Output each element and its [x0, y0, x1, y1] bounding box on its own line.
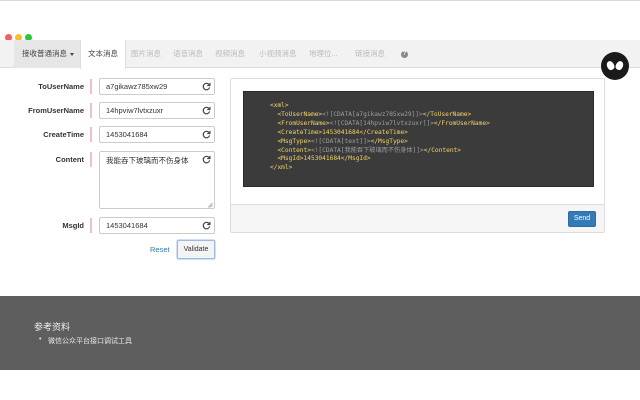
alien-icon[interactable]: [601, 52, 629, 80]
xml-value: <![CDATA[text]]>: [310, 137, 371, 145]
window-titlebar: [0, 0, 640, 40]
reset-link[interactable]: Reset: [150, 245, 170, 254]
validate-button[interactable]: Validate: [177, 240, 215, 259]
tousername-input[interactable]: a7gikawz785xw29: [99, 78, 215, 95]
xml-root-close-tag: </xml>: [270, 164, 293, 172]
field-marker: [90, 127, 92, 142]
tab-shortvideo-message[interactable]: 小视频消息: [259, 40, 297, 68]
refresh-icon[interactable]: [202, 82, 211, 91]
caret-down-icon: [70, 52, 74, 56]
tab-video-message[interactable]: 视频消息: [215, 40, 245, 68]
alien-eye-left: [605, 59, 616, 72]
field-marker: [90, 79, 92, 94]
xml-value: 1453041684: [303, 155, 341, 163]
tab-text-message[interactable]: 文本消息: [80, 40, 126, 69]
xml-open-tag: <Content>: [277, 146, 311, 154]
xml-code-line: <FromUserName><![CDATA[14hpviw7lvtxzuxr]…: [270, 119, 490, 129]
label-tousername: ToUserName: [38, 82, 84, 91]
xml-close-tag: </Content>: [423, 146, 462, 154]
footer-reference-link[interactable]: 微信公众平台接口调试工具: [39, 336, 132, 346]
xml-code-line: </xml>: [270, 164, 490, 173]
xml-value: <![CDATA[a7gikawz785xw29]]>: [322, 110, 423, 118]
xml-preview-panel: <xml> <ToUserName><![CDATA[a7gikawz785xw…: [230, 78, 605, 233]
xml-open-tag: <CreateTime>: [277, 128, 323, 136]
xml-code-block: <xml> <ToUserName><![CDATA[a7gikawz785xw…: [243, 91, 594, 187]
tab-image-message[interactable]: 图片消息: [131, 40, 161, 68]
page-footer: 参考资料 微信公众平台接口调试工具: [0, 296, 640, 370]
xml-open-tag: <ToUserName>: [277, 110, 323, 118]
xml-close-tag: </CreateTime>: [359, 128, 408, 136]
xml-value: 1453041684: [322, 128, 360, 136]
xml-value: <![CDATA[14hpviw7lvtxzuxr]]>: [329, 119, 434, 127]
label-content: Content: [55, 155, 84, 164]
send-button[interactable]: Send: [568, 211, 596, 227]
xml-code-line: <ToUserName><![CDATA[a7gikawz785xw29]]><…: [270, 111, 490, 120]
msgid-input[interactable]: 1453041684: [99, 217, 215, 234]
xml-open-tag: <MsgType>: [277, 137, 311, 145]
xml-code-line: <CreateTime>1453041684</CreateTime>: [270, 129, 490, 138]
xml-root-open-tag: <xml>: [270, 102, 289, 109]
alien-eye-right: [614, 59, 625, 72]
refresh-icon[interactable]: [202, 106, 211, 115]
question-circle-icon[interactable]: ?: [401, 51, 408, 58]
titlebar-border: [0, 0, 640, 1]
xml-code-line: <xml>: [270, 102, 490, 111]
xml-value: <![CDATA[我能吞下玻璃而不伤身体]]>: [310, 146, 424, 154]
panel-footer: Send: [231, 204, 604, 232]
xml-open-tag: <FromUserName>: [277, 119, 330, 127]
tab-receive-normal-dropdown[interactable]: 接收普通消息: [14, 40, 82, 68]
fromusername-input[interactable]: 14hpviw7lvtxzuxr: [99, 102, 215, 119]
xml-open-tag: <MsgId>: [277, 155, 304, 163]
refresh-icon[interactable]: [202, 221, 211, 230]
textarea-resize-grip-icon[interactable]: [207, 202, 213, 208]
refresh-icon[interactable]: [202, 155, 211, 164]
xml-code-lines: <xml> <ToUserName><![CDATA[a7gikawz785xw…: [270, 102, 490, 173]
label-msgid: MsgId: [62, 221, 84, 230]
message-type-tabbar: 接收普通消息 文本消息 图片消息 语音消息 视频消息 小视频消息 地理位... …: [0, 40, 640, 69]
field-marker: [90, 152, 92, 167]
createtime-input[interactable]: 1453041684: [99, 126, 215, 143]
refresh-icon[interactable]: [202, 130, 211, 139]
xml-code-line: <MsgId>1453041684</MsgId>: [270, 155, 490, 164]
tab-link-message[interactable]: 链接消息: [355, 40, 385, 68]
xml-close-tag: </MsgId>: [340, 155, 371, 163]
xml-close-tag: </MsgType>: [370, 137, 408, 145]
field-marker: [90, 103, 92, 118]
label-fromusername: FromUserName: [28, 106, 84, 115]
dropdown-label: 接收普通消息: [22, 49, 67, 58]
xml-close-tag: </FromUserName>: [433, 119, 490, 127]
tab-location-message[interactable]: 地理位...: [309, 40, 338, 68]
field-marker: [90, 218, 92, 233]
footer-title: 参考资料: [34, 322, 71, 332]
xml-close-tag: </ToUserName>: [422, 110, 472, 118]
xml-code-line: <Content><![CDATA[我能吞下玻璃而不伤身体]]></Conten…: [270, 147, 490, 156]
tab-voice-message[interactable]: 语音消息: [173, 40, 203, 68]
xml-code-line: <MsgType><![CDATA[text]]></MsgType>: [270, 138, 490, 147]
content-textarea[interactable]: 我能吞下玻璃而不伤身体: [99, 151, 215, 209]
label-createtime: CreateTime: [43, 130, 84, 139]
